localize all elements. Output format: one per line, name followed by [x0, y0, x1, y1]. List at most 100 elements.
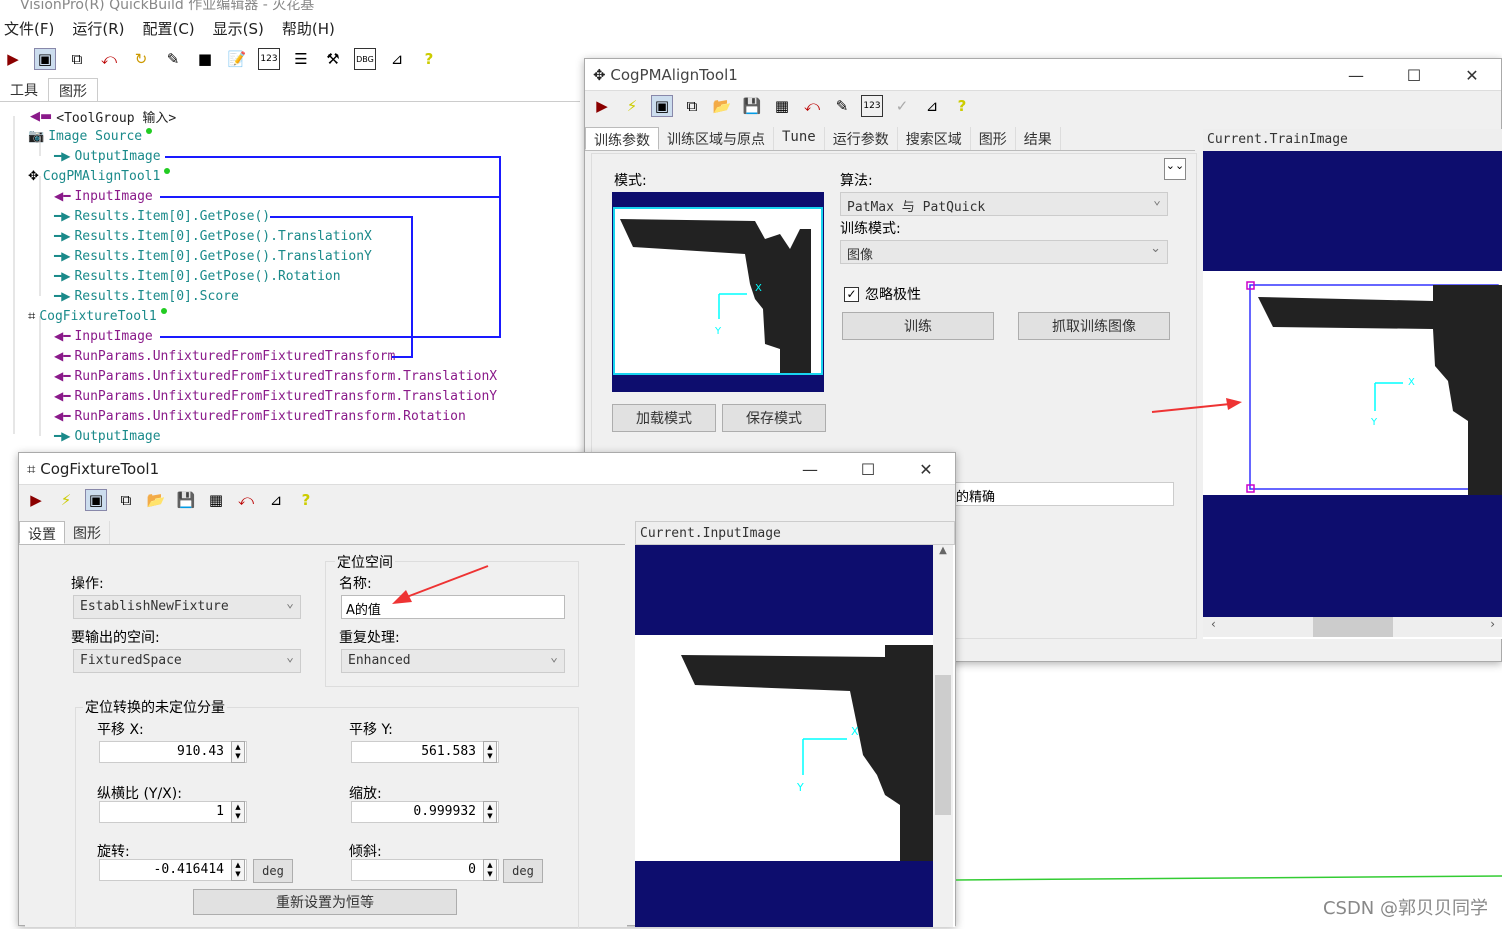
run-icon[interactable]: ▶: [2, 48, 24, 70]
windows-icon[interactable]: ⧉: [115, 489, 137, 511]
close-button[interactable]: ✕: [897, 457, 955, 481]
menu-file[interactable]: 文件(F): [4, 18, 54, 40]
save-icon[interactable]: 💾: [175, 489, 197, 511]
algorithm-select[interactable]: PatMax 与 PatQuick: [840, 192, 1168, 216]
tab-tools[interactable]: 工具: [0, 78, 48, 101]
tab-graphics[interactable]: 图形: [65, 521, 110, 544]
skew-deg-button[interactable]: deg: [503, 859, 543, 883]
save-icon[interactable]: 💾: [741, 95, 763, 117]
scale-input[interactable]: 0.999932: [351, 801, 499, 823]
fixture-window-title: CogFixtureTool1: [40, 459, 160, 478]
menu-help[interactable]: 帮助(H): [282, 18, 335, 40]
skew-spinner[interactable]: ▲ ▼: [483, 859, 497, 881]
pmalign-window-title: CogPMAlignTool1: [610, 65, 738, 84]
windows-icon[interactable]: ⧉: [66, 48, 88, 70]
help-icon[interactable]: ?: [295, 489, 317, 511]
rotation-input[interactable]: -0.416414: [99, 859, 247, 881]
input-image-title: Current.InputImage: [635, 521, 955, 545]
train-button[interactable]: 训练: [842, 312, 994, 340]
numbers-icon[interactable]: 123: [258, 48, 280, 70]
svg-text:X: X: [851, 725, 859, 738]
translation-y-input[interactable]: 561.583: [351, 741, 499, 763]
open-icon[interactable]: 📂: [711, 95, 733, 117]
display-icon[interactable]: ▣: [34, 48, 56, 70]
brush-icon[interactable]: ✎: [162, 48, 184, 70]
aspect-input[interactable]: 1: [99, 801, 247, 823]
chart-icon[interactable]: ⊿: [386, 48, 408, 70]
chart-icon[interactable]: ⊿: [265, 489, 287, 511]
run-icon[interactable]: ▶: [25, 489, 47, 511]
menu-view[interactable]: 显示(S): [213, 18, 264, 40]
train-mode-select[interactable]: 图像: [840, 240, 1168, 264]
save-pattern-button[interactable]: 保存模式: [722, 404, 826, 432]
collapse-icon[interactable]: ⌄⌄: [1164, 158, 1186, 180]
scale-spinner[interactable]: ▲ ▼: [483, 801, 497, 823]
tab-settings[interactable]: 设置: [19, 521, 65, 544]
train-image-panel: Current.TrainImage X Y ‹ ›: [1203, 129, 1502, 639]
output-space-select[interactable]: FixturedSpace: [73, 649, 301, 673]
menu-run[interactable]: 运行(R): [72, 18, 124, 40]
pattern-label: 模式:: [614, 173, 647, 189]
numbers-icon[interactable]: 123: [861, 95, 883, 117]
lightning-icon[interactable]: ⚡: [55, 489, 77, 511]
grab-train-image-button[interactable]: 抓取训练图像: [1018, 312, 1170, 340]
open-icon[interactable]: 📂: [145, 489, 167, 511]
debug-icon[interactable]: DBG: [354, 48, 376, 70]
help-icon[interactable]: ?: [418, 48, 440, 70]
grid-icon[interactable]: ▦: [205, 489, 227, 511]
windows-icon[interactable]: ⧉: [681, 95, 703, 117]
description-field: 的精确: [952, 482, 1174, 506]
translation-x-spinner[interactable]: ▲ ▼: [231, 741, 245, 763]
reset-icon[interactable]: ⤺: [98, 48, 120, 70]
minimize-button[interactable]: —: [1327, 63, 1385, 87]
run-icon[interactable]: ▶: [591, 95, 613, 117]
operation-select[interactable]: EstablishNewFixture: [73, 595, 301, 619]
duplicate-select[interactable]: Enhanced: [341, 649, 565, 673]
tab-run-params[interactable]: 运行参数: [825, 127, 898, 150]
reset-icon[interactable]: ⤺: [235, 489, 257, 511]
close-button[interactable]: ✕: [1443, 63, 1501, 87]
aspect-spinner[interactable]: ▲ ▼: [231, 801, 245, 823]
maximize-button[interactable]: ☐: [839, 457, 897, 481]
aspect-label: 纵横比 (Y/X):: [97, 786, 182, 802]
tab-graphics[interactable]: 图形: [48, 78, 98, 101]
menu-config[interactable]: 配置(C): [142, 18, 194, 40]
minimize-button[interactable]: —: [781, 457, 839, 481]
tab-search-region[interactable]: 搜索区域: [898, 127, 971, 150]
chart-icon[interactable]: ⊿: [921, 95, 943, 117]
svg-text:Y: Y: [714, 326, 722, 337]
translation-y-spinner[interactable]: ▲ ▼: [483, 741, 497, 763]
help-icon[interactable]: ?: [951, 95, 973, 117]
list-icon[interactable]: ☰: [290, 48, 312, 70]
left-tabs: 工具 图形: [0, 78, 580, 102]
tab-tune[interactable]: Tune: [774, 127, 825, 150]
annotation-arrow-name: [392, 565, 489, 604]
rotation-deg-button[interactable]: deg: [253, 859, 293, 883]
translation-x-input[interactable]: 910.43: [99, 741, 247, 763]
skew-input[interactable]: 0: [351, 859, 499, 881]
display-icon[interactable]: ▣: [651, 95, 673, 117]
grid-icon[interactable]: ▦: [771, 95, 793, 117]
vertical-scrollbar[interactable]: ▲: [933, 545, 953, 927]
tab-results[interactable]: 结果: [1016, 127, 1061, 150]
loop-icon[interactable]: ↻: [130, 48, 152, 70]
tools-icon[interactable]: ⚒: [322, 48, 344, 70]
reset-identity-button[interactable]: 重新设置为恒等: [193, 889, 457, 915]
horizontal-scrollbar[interactable]: ‹ ›: [1203, 617, 1502, 637]
reset-icon[interactable]: ⤺: [801, 95, 823, 117]
lightning-icon[interactable]: ⚡: [621, 95, 643, 117]
tab-graphics[interactable]: 图形: [971, 127, 1016, 150]
load-pattern-button[interactable]: 加载模式: [612, 404, 716, 432]
ignore-polarity-checkbox[interactable]: ✓: [844, 286, 859, 302]
algorithm-label: 算法:: [840, 173, 873, 189]
tab-train-region[interactable]: 训练区域与原点: [659, 127, 774, 150]
main-window-title: VisionPro(R) QuickBuild 作业编辑器 - 灭花基: [20, 0, 315, 13]
display-icon[interactable]: ▣: [85, 489, 107, 511]
maximize-button[interactable]: ☐: [1385, 63, 1443, 87]
rotation-spinner[interactable]: ▲ ▼: [231, 859, 245, 881]
check-icon[interactable]: ✓: [891, 95, 913, 117]
brush-icon[interactable]: ✎: [831, 95, 853, 117]
stop-icon[interactable]: ■: [194, 48, 216, 70]
tab-train-params[interactable]: 训练参数: [585, 127, 659, 150]
notepad-icon[interactable]: 📝: [226, 48, 248, 70]
